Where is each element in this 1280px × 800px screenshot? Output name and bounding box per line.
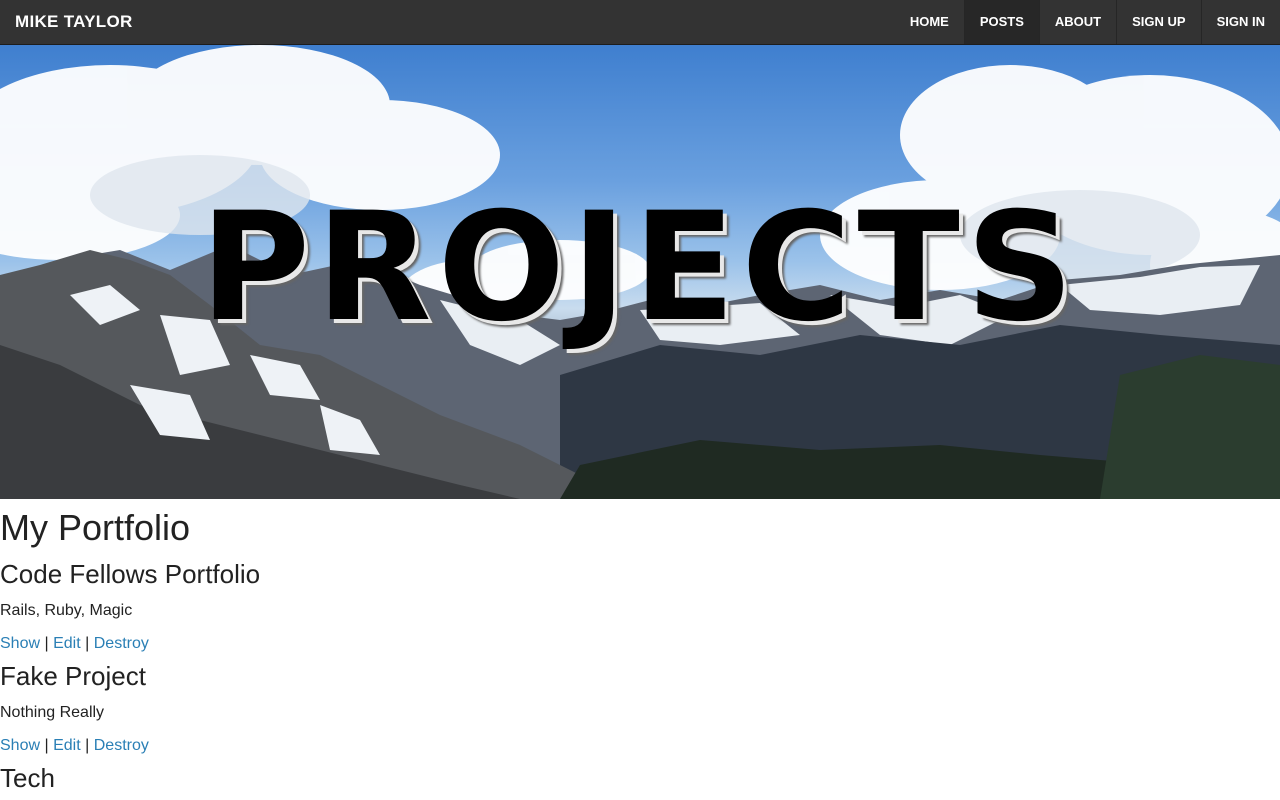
nav-sign-in[interactable]: SIGN IN xyxy=(1200,0,1280,44)
separator: | xyxy=(85,635,90,652)
destroy-link[interactable]: Destroy xyxy=(94,635,149,652)
project-actions: Show | Edit | Destroy xyxy=(0,736,1280,756)
nav-home[interactable]: HOME xyxy=(895,0,964,44)
top-navbar: MIKE TAYLOR HOME POSTS ABOUT SIGN UP SIG… xyxy=(0,0,1280,45)
separator: | xyxy=(44,635,49,652)
project-item: Code Fellows Portfolio Rails, Ruby, Magi… xyxy=(0,558,1280,654)
show-link[interactable]: Show xyxy=(0,635,40,652)
show-link[interactable]: Show xyxy=(0,737,40,754)
nav-sign-up[interactable]: SIGN UP xyxy=(1116,0,1200,44)
nav-posts[interactable]: POSTS xyxy=(963,0,1039,44)
destroy-link[interactable]: Destroy xyxy=(94,737,149,754)
edit-link[interactable]: Edit xyxy=(53,635,81,652)
edit-link[interactable]: Edit xyxy=(53,737,81,754)
main-nav: HOME POSTS ABOUT SIGN UP SIGN IN xyxy=(895,0,1280,44)
project-item: Tech xyxy=(0,762,1280,794)
project-description: Rails, Ruby, Magic xyxy=(0,602,133,619)
project-title: Tech xyxy=(0,763,55,793)
nav-about[interactable]: ABOUT xyxy=(1038,0,1116,44)
separator: | xyxy=(85,737,90,754)
hero-title: PROJECTS xyxy=(200,181,1080,355)
project-description: Nothing Really xyxy=(0,704,105,721)
hero-banner: PROJECTS xyxy=(0,45,1280,499)
main-content: My Portfolio Code Fellows Portfolio Rail… xyxy=(0,508,1280,794)
brand-link[interactable]: MIKE TAYLOR xyxy=(15,0,133,44)
project-actions: Show | Edit | Destroy xyxy=(0,634,1280,654)
page-title: My Portfolio xyxy=(0,507,191,548)
project-title: Fake Project xyxy=(0,661,146,691)
project-title: Code Fellows Portfolio xyxy=(0,559,261,589)
separator: | xyxy=(44,737,49,754)
project-item: Fake Project Nothing Really Show | Edit … xyxy=(0,660,1280,756)
